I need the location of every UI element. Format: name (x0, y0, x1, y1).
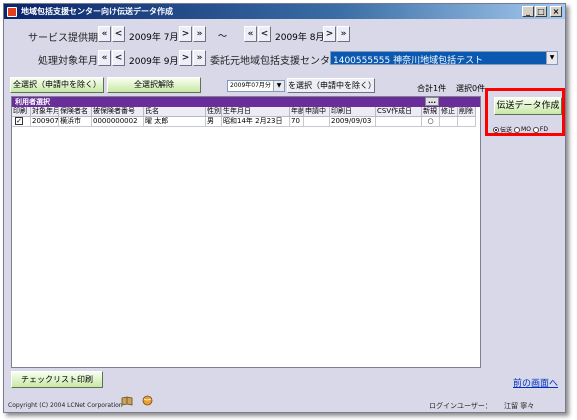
cell-delete (458, 117, 476, 127)
grid-header: 印刷 対象年月 保険者名 被保険者番号 氏名 性別 生年月日 年齢 申請中 印刷… (12, 107, 480, 117)
total-label: 合計 (417, 84, 433, 93)
period-tilde: ～ (218, 32, 228, 42)
selected-count: 0件 (472, 84, 486, 93)
col-print-date[interactable]: 印刷日 (330, 107, 376, 117)
consign-center-select[interactable]: 1400555555 神奈川地域包括テスト ▼ (330, 51, 558, 65)
period-to-value: 2009年 8月 (275, 33, 325, 43)
cell-month: 200907 (31, 117, 59, 127)
process-month-last-button[interactable]: » (193, 50, 206, 66)
process-month-label: 処理対象年月 (38, 56, 98, 67)
cell-name: 曜 太郎 (144, 117, 206, 127)
grid-title: 利用者選択 ... (12, 97, 480, 107)
cell-applying (304, 117, 330, 127)
minimize-button[interactable]: _ (522, 6, 534, 17)
col-insurer[interactable]: 保険者名 (59, 107, 92, 117)
back-link[interactable]: 前の画面へ (513, 376, 558, 389)
period-from-next-button[interactable]: > (179, 26, 192, 42)
send-panel-highlight: 伝送データ作成 伝送 MO FD (485, 88, 565, 136)
radio-fd-label: FD (539, 126, 548, 133)
radio-transmit[interactable] (493, 126, 499, 133)
period-to-next-button[interactable]: > (323, 26, 336, 42)
title-bar: 地域包括支援センター向け伝送データ作成 _ □ × (4, 4, 565, 19)
print-checkbox[interactable]: ✓ (15, 117, 23, 125)
cell-insurer: 横浜市 (59, 117, 92, 127)
month-select[interactable]: 2009年07月分 ▼ (227, 80, 285, 92)
chevron-down-icon[interactable]: ▼ (273, 81, 284, 91)
select-month-button[interactable]: を選択（申請中を除く） (287, 78, 376, 93)
grid-title-label: 利用者選択 (15, 98, 50, 106)
radio-transmit-label: 伝送 (500, 127, 513, 134)
col-age[interactable]: 年齢 (290, 107, 304, 117)
col-modify[interactable]: 修正 (440, 107, 458, 117)
login-user-name: 江留 寧々 (504, 402, 535, 410)
col-sex[interactable]: 性別 (206, 107, 222, 117)
total-count: 1件 (433, 84, 447, 93)
process-month-next-button[interactable]: > (179, 50, 192, 66)
output-media-options: 伝送 MO FD (491, 125, 548, 134)
col-birth[interactable]: 生年月日 (222, 107, 290, 117)
login-user-label: ログインユーザー： (429, 402, 492, 410)
period-to-last-button[interactable]: » (337, 26, 350, 42)
select-all-button[interactable]: 全選択（申請中を除く） (10, 77, 104, 93)
chevron-down-icon[interactable]: ▼ (546, 52, 557, 64)
period-from-last-button[interactable]: » (193, 26, 206, 42)
col-csv-date[interactable]: CSV作成日 (376, 107, 422, 117)
period-from-first-button[interactable]: « (98, 26, 111, 42)
cell-modify (440, 117, 458, 127)
process-month-value: 2009年 9月 (129, 57, 179, 67)
radio-mo[interactable] (514, 126, 521, 133)
selected-label: 選択 (456, 84, 472, 93)
consign-center-label: 委託元地域包括支援センター (210, 56, 340, 67)
globe-icon (142, 395, 153, 406)
period-from-value: 2009年 7月 (129, 33, 179, 43)
cell-sex: 男 (206, 117, 222, 127)
service-period-label: サービス提供期間 (28, 33, 108, 44)
main-window: 地域包括支援センター向け伝送データ作成 _ □ × サービス提供期間 « < 2… (3, 3, 566, 413)
process-month-first-button[interactable]: « (98, 50, 111, 66)
deselect-all-button[interactable]: 全選択解除 (107, 77, 201, 93)
grid-ellipsis-button[interactable]: ... (425, 97, 439, 106)
print-checklist-button[interactable]: チェックリスト印刷 (11, 371, 103, 388)
cell-number: 0000000002 (92, 117, 144, 127)
cell-age: 70 (290, 117, 304, 127)
cell-new: ○ (422, 117, 440, 127)
maximize-button[interactable]: □ (535, 6, 547, 17)
window-title: 地域包括支援センター向け伝送データ作成 (21, 7, 173, 16)
process-month-prev-button[interactable]: < (112, 50, 125, 66)
close-button[interactable]: × (550, 6, 562, 17)
col-new[interactable]: 新規 (422, 107, 440, 117)
create-transmission-data-button[interactable]: 伝送データ作成 (494, 97, 562, 115)
cell-birth: 昭和14年 2月23日 (222, 117, 290, 127)
col-applying[interactable]: 申請中 (304, 107, 330, 117)
period-from-prev-button[interactable]: < (112, 26, 125, 42)
app-icon (7, 6, 17, 17)
col-delete[interactable]: 削除 (458, 107, 476, 117)
month-select-value: 2009年07月分 (230, 82, 271, 89)
period-to-prev-button[interactable]: < (258, 26, 271, 42)
user-select-grid: 利用者選択 ... 印刷 対象年月 保険者名 被保険者番号 氏名 性別 生年月日… (11, 96, 481, 368)
copyright-text: Copyright (C) 2004 LCNet Corporation (8, 402, 123, 409)
col-number[interactable]: 被保険者番号 (92, 107, 144, 117)
table-row[interactable]: ✓ 200907 横浜市 0000000002 曜 太郎 男 昭和14年 2月2… (12, 117, 480, 127)
col-print[interactable]: 印刷 (12, 107, 31, 117)
radio-fd[interactable] (532, 126, 539, 133)
cell-print-date: 2009/09/03 (330, 117, 376, 127)
col-name[interactable]: 氏名 (144, 107, 206, 117)
radio-mo-label: MO (521, 126, 531, 133)
cell-csv-date (376, 117, 422, 127)
period-to-first-button[interactable]: « (244, 26, 257, 42)
cell-print[interactable]: ✓ (12, 117, 31, 127)
consign-center-value: 1400555555 神奈川地域包括テスト (331, 52, 546, 64)
book-icon (121, 396, 133, 406)
col-month[interactable]: 対象年月 (31, 107, 59, 117)
